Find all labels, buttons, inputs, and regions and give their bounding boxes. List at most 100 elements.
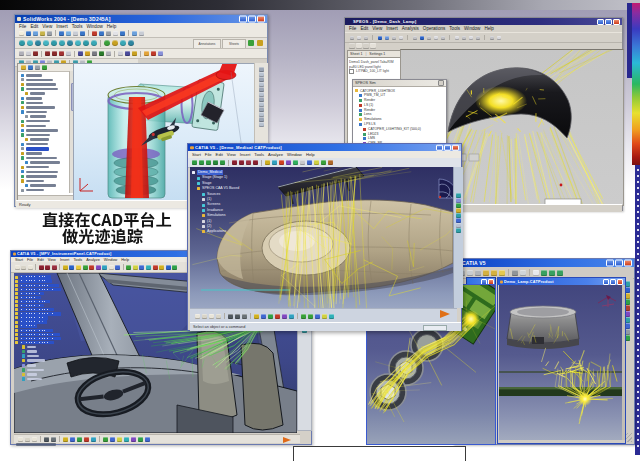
toolbar-icon[interactable] xyxy=(213,160,218,165)
toolbar-icon[interactable] xyxy=(45,51,50,56)
maximize-button[interactable] xyxy=(444,144,451,151)
toolbar-icon[interactable] xyxy=(462,36,466,40)
toolbar-icon[interactable] xyxy=(308,314,313,319)
toolbar-icon[interactable] xyxy=(301,314,306,319)
toolbar-icon[interactable] xyxy=(76,265,81,270)
toolbar-icon[interactable] xyxy=(26,51,31,56)
menu-item-start[interactable]: Start xyxy=(15,258,23,262)
toolbar-icon[interactable] xyxy=(139,265,144,270)
toolbar-icon[interactable] xyxy=(99,31,104,36)
toolbar-icon[interactable] xyxy=(268,314,273,319)
toolbar-icon[interactable] xyxy=(363,43,369,49)
close-button[interactable] xyxy=(617,279,623,285)
toolbar-icon[interactable] xyxy=(69,265,74,270)
toolbar-icon[interactable] xyxy=(541,270,547,276)
toolbar-icon[interactable] xyxy=(512,270,518,276)
minimize-button[interactable] xyxy=(606,260,614,267)
menu-item-window[interactable]: Window xyxy=(464,26,480,31)
toolbar-icon[interactable] xyxy=(220,160,225,165)
toolbar-icon[interactable] xyxy=(427,36,431,40)
tree-item[interactable] xyxy=(15,377,85,382)
toolbar-icon[interactable] xyxy=(102,265,107,270)
catia-lamp-viewport[interactable] xyxy=(499,285,622,440)
toolbar-icon[interactable] xyxy=(83,265,88,270)
toolbar-icon[interactable] xyxy=(158,51,163,56)
menu-item-edit[interactable]: Edit xyxy=(30,24,38,29)
toolbar-icon[interactable] xyxy=(254,314,259,319)
toolbar-icon[interactable] xyxy=(242,314,247,319)
toolbar-icon[interactable] xyxy=(248,40,254,46)
toolbar-icon[interactable] xyxy=(115,265,120,270)
toolbar-icon[interactable] xyxy=(159,265,164,270)
toolbar-icon[interactable] xyxy=(357,36,361,40)
toolbar-icon[interactable] xyxy=(307,160,312,165)
toolbar-icon[interactable] xyxy=(91,40,97,46)
maximize-button[interactable] xyxy=(615,260,623,267)
toolbar-icon[interactable] xyxy=(328,160,333,165)
maximize-button[interactable] xyxy=(610,279,616,285)
menu-item-window[interactable]: Window xyxy=(104,258,118,262)
minimize-button[interactable] xyxy=(597,19,604,25)
toolbar-icon[interactable] xyxy=(120,31,125,36)
catia-frame-title-bar[interactable]: CATIA V5 xyxy=(454,259,634,267)
toolbar-icon[interactable] xyxy=(77,437,82,442)
menu-item-help[interactable]: Help xyxy=(121,258,129,262)
toolbar-icon[interactable] xyxy=(131,437,136,442)
close-button[interactable] xyxy=(624,260,632,267)
menu-item-insert[interactable]: Insert xyxy=(240,152,250,157)
toolbar-icon[interactable] xyxy=(469,36,473,40)
menu-item-file[interactable]: File xyxy=(19,24,26,29)
toolbar-icon[interactable] xyxy=(132,31,137,36)
toolbar-icon[interactable] xyxy=(32,437,37,442)
toolbar-icon[interactable] xyxy=(322,314,327,319)
toolbar-icon[interactable] xyxy=(35,40,41,46)
toolbar-icon[interactable] xyxy=(125,51,130,56)
toolbar-icon[interactable] xyxy=(110,437,115,442)
toolbar-icon[interactable] xyxy=(557,270,563,276)
minimize-button[interactable] xyxy=(239,16,247,23)
toolbar-icon[interactable] xyxy=(91,437,96,442)
toolbar-icon[interactable] xyxy=(42,65,47,70)
catia-child-right-titlebar[interactable]: Demo_Lamp.CATProduct xyxy=(498,278,625,285)
menu-item-tools[interactable]: Tools xyxy=(449,26,460,31)
toolbar-icon[interactable] xyxy=(63,437,68,442)
palette-title-bar[interactable]: SPEOS Sim xyxy=(353,80,446,87)
minimize-button[interactable] xyxy=(436,144,443,151)
toolbar-icon[interactable] xyxy=(533,270,539,276)
toolbar-icon[interactable] xyxy=(483,270,489,276)
toolbar-icon[interactable] xyxy=(28,65,33,70)
menu-item-insert[interactable]: Insert xyxy=(386,26,398,31)
toolbar-icon[interactable] xyxy=(19,40,25,46)
menu-item-file[interactable]: File xyxy=(27,258,33,262)
toolbar-icon[interactable] xyxy=(549,270,555,276)
toolbar-icon[interactable] xyxy=(467,270,473,276)
toolbar-icon[interactable] xyxy=(19,31,24,36)
toolbar-icon[interactable] xyxy=(286,160,291,165)
toolbar-icon[interactable] xyxy=(67,40,73,46)
toolbar-icon[interactable] xyxy=(18,437,23,442)
catia-main-viewport[interactable]: Demo_MedicalStage (Stage 1)StageSPEOS CA… xyxy=(190,167,453,308)
catia-main-bottom-toolbar[interactable] xyxy=(190,308,457,323)
solidworks-toolbar-sketch[interactable] xyxy=(15,49,267,59)
toolbar-icon[interactable] xyxy=(27,40,33,46)
toolbar-icon[interactable] xyxy=(497,36,501,40)
menu-item-tools[interactable]: Tools xyxy=(254,152,264,157)
toolbar-icon[interactable] xyxy=(35,65,40,70)
toolbar-icon[interactable] xyxy=(259,122,264,127)
toolbar-icon[interactable] xyxy=(51,40,57,46)
toolbar-icon[interactable] xyxy=(293,160,298,165)
catia-main-title-bar[interactable]: CATIA V5 - [Demo_Medical CATProduct] xyxy=(188,144,461,151)
toolbar-icon[interactable] xyxy=(228,314,233,319)
toolbar-icon[interactable] xyxy=(434,36,438,40)
toolbar-icon[interactable] xyxy=(315,314,320,319)
tree-item[interactable] xyxy=(19,188,73,193)
toolbar-icon[interactable] xyxy=(78,51,83,56)
toolbar-icon[interactable] xyxy=(289,314,294,319)
menu-item-window[interactable]: Window xyxy=(86,24,102,29)
catia-main-menu-bar[interactable]: StartFileEditViewInsertToolsAnalyzeWindo… xyxy=(188,151,461,158)
toolbar-icon[interactable] xyxy=(104,40,110,46)
maximize-button[interactable] xyxy=(248,16,256,23)
toolbar-icon[interactable] xyxy=(206,160,211,165)
menu-item-help[interactable]: Help xyxy=(107,24,116,29)
tree-tabs[interactable] xyxy=(18,64,74,72)
